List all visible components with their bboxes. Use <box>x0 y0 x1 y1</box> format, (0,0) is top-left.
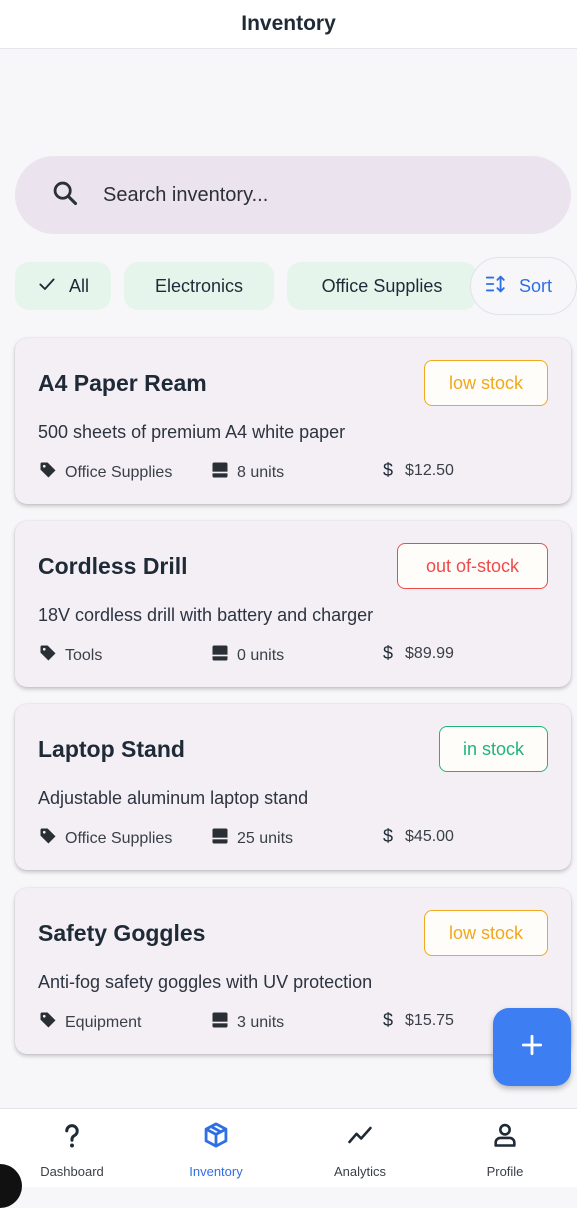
status-badge: low stock <box>424 910 548 956</box>
item-quantity: 3 units <box>210 1010 284 1035</box>
price-label: $45.00 <box>405 827 454 845</box>
item-name: A4 Paper Ream <box>38 370 207 396</box>
nav-profile[interactable]: Profile <box>433 1109 577 1187</box>
quantity-label: 0 units <box>237 646 285 664</box>
quantity-label: 3 units <box>237 1013 285 1031</box>
add-item-button[interactable] <box>493 1008 571 1086</box>
page-title: Inventory <box>241 12 336 35</box>
inventory-card[interactable]: Safety Goggles low stock Anti-fog safety… <box>15 888 571 1054</box>
item-category: Equipment <box>38 1010 142 1035</box>
filter-chips: All Electronics Office Supplies Sort <box>0 257 577 316</box>
check-icon <box>37 274 69 299</box>
item-quantity: 0 units <box>210 643 284 668</box>
category-label: Office Supplies <box>65 463 173 481</box>
inventory-card[interactable]: Cordless Drill out of-stock 18V cordless… <box>15 521 571 687</box>
item-description: Anti-fog safety goggles with UV protecti… <box>38 972 373 992</box>
bottom-nav: Dashboard Inventory Analytics Profile <box>0 1108 577 1187</box>
sort-button[interactable]: Sort <box>470 257 577 315</box>
dollar-icon: $ <box>383 643 394 663</box>
plus-icon <box>519 1032 545 1063</box>
sort-label: Sort <box>519 275 553 296</box>
nav-dashboard[interactable]: Dashboard <box>0 1109 144 1187</box>
quantity-label: 25 units <box>237 829 294 847</box>
item-category: Tools <box>38 643 102 668</box>
person-icon <box>491 1109 519 1154</box>
status-badge: out of-stock <box>397 543 548 589</box>
category-label: Equipment <box>65 1013 142 1031</box>
nav-label: Analytics <box>333 1164 387 1179</box>
price-label: $15.75 <box>405 1011 454 1029</box>
search-bar[interactable] <box>15 156 571 234</box>
item-description: 18V cordless drill with battery and char… <box>38 605 374 625</box>
nav-analytics[interactable]: Analytics <box>288 1109 432 1187</box>
item-price: $ $12.50 <box>383 460 454 481</box>
inventory-box-icon <box>210 1010 237 1035</box>
inventory-box-icon <box>210 826 237 851</box>
item-name: Cordless Drill <box>38 553 188 579</box>
tag-icon <box>38 460 65 485</box>
box-icon <box>202 1109 230 1154</box>
dollar-icon: $ <box>383 826 394 846</box>
chip-office-supplies[interactable]: Office Supplies <box>287 262 477 310</box>
item-name: Safety Goggles <box>38 920 206 946</box>
chip-electronics[interactable]: Electronics <box>124 262 274 310</box>
chip-label: Office Supplies <box>321 275 443 296</box>
search-icon <box>51 179 79 212</box>
dollar-icon: $ <box>383 1010 394 1030</box>
question-icon <box>58 1109 86 1154</box>
inventory-card[interactable]: Laptop Stand in stock Adjustable aluminu… <box>15 704 571 870</box>
inventory-card[interactable]: A4 Paper Ream low stock 500 sheets of pr… <box>15 338 571 504</box>
category-label: Tools <box>65 646 103 664</box>
inventory-box-icon <box>210 643 237 668</box>
category-label: Office Supplies <box>65 829 173 847</box>
item-description: 500 sheets of premium A4 white paper <box>38 422 346 442</box>
status-badge: low stock <box>424 360 548 406</box>
tag-icon <box>38 643 65 668</box>
tag-icon <box>38 826 65 851</box>
search-input[interactable] <box>103 183 523 207</box>
price-label: $89.99 <box>405 644 454 662</box>
item-quantity: 8 units <box>210 460 284 485</box>
nav-inventory[interactable]: Inventory <box>144 1109 288 1187</box>
sort-icon <box>485 273 519 300</box>
nav-label: Dashboard <box>40 1164 104 1179</box>
app-header: Inventory <box>0 0 577 49</box>
item-description: Adjustable aluminum laptop stand <box>38 788 309 808</box>
item-name: Laptop Stand <box>38 736 185 762</box>
dollar-icon: $ <box>383 460 394 480</box>
nav-label: Profile <box>486 1164 524 1179</box>
nav-label: Inventory <box>189 1164 243 1179</box>
chip-all[interactable]: All <box>15 262 111 310</box>
status-badge: in stock <box>439 726 548 772</box>
item-price: $ $45.00 <box>383 826 454 847</box>
item-price: $ $15.75 <box>383 1010 454 1031</box>
price-label: $12.50 <box>405 461 454 479</box>
chip-label: All <box>68 275 89 296</box>
item-category: Office Supplies <box>38 460 172 485</box>
tag-icon <box>38 1010 65 1035</box>
item-quantity: 25 units <box>210 826 293 851</box>
item-category: Office Supplies <box>38 826 172 851</box>
trend-icon <box>346 1109 374 1154</box>
inventory-box-icon <box>210 460 237 485</box>
item-price: $ $89.99 <box>383 643 454 664</box>
chip-label: Electronics <box>154 275 244 296</box>
quantity-label: 8 units <box>237 463 285 481</box>
